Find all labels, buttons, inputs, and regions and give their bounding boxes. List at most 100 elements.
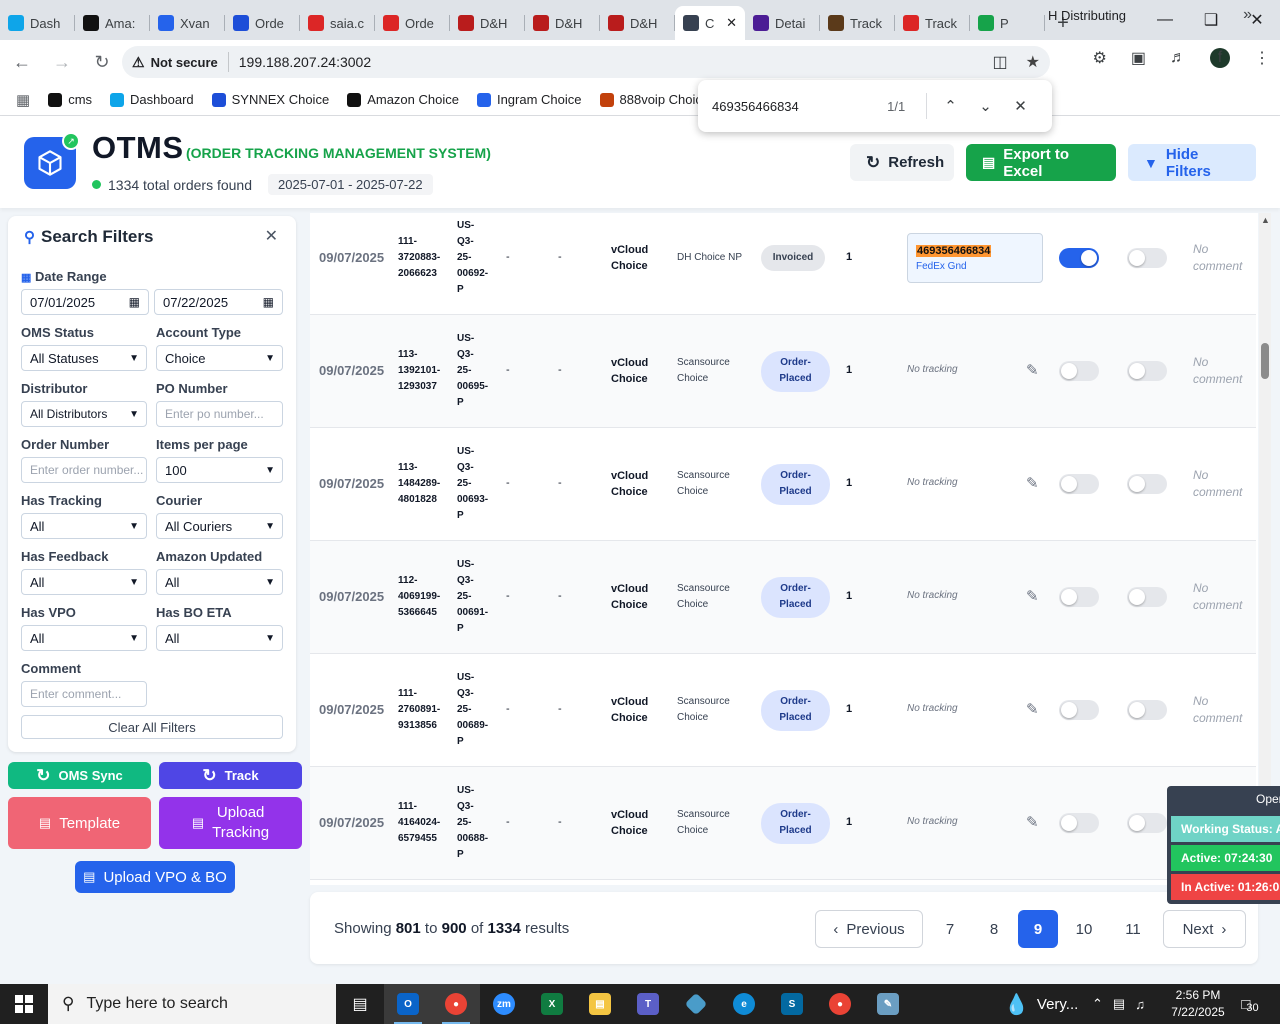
chevron-up-icon[interactable]: ⌃	[1092, 996, 1103, 1012]
taskbar-search[interactable]: ⚲ Type here to search	[48, 984, 336, 1024]
page-number-button[interactable]: 8	[974, 910, 1014, 948]
oms-status-select[interactable]: All Statuses ▼	[21, 345, 147, 371]
edit-pencil-icon[interactable]: ✎	[1026, 361, 1039, 379]
oms-sync-button[interactable]: ↻ OMS Sync	[8, 762, 151, 789]
items-per-page-select[interactable]: 100 ▼	[156, 457, 283, 483]
calendar-picker-icon[interactable]: ▦	[263, 295, 274, 309]
close-tab-icon[interactable]: ✕	[726, 15, 737, 31]
feedback-toggle[interactable]	[1127, 474, 1167, 494]
date-to-input[interactable]: 07/22/2025 ▦	[154, 289, 283, 315]
upload-vpo-bo-button[interactable]: ▤ Upload VPO & BO	[75, 861, 235, 893]
hide-filters-button[interactable]: ▼ Hide Filters	[1128, 144, 1256, 181]
tracking-info-box[interactable]: 469356466834 FedEx Gnd	[907, 233, 1043, 283]
profile-avatar[interactable]: f	[1210, 48, 1230, 68]
find-in-page-icon[interactable]: ◫	[993, 52, 1008, 72]
export-excel-button[interactable]: ▤ Export to Excel	[966, 144, 1116, 181]
zoom-icon[interactable]: zm	[480, 984, 528, 1024]
page-number-button[interactable]: 7	[930, 910, 970, 948]
amazon-updated-toggle[interactable]	[1059, 587, 1099, 607]
has-bo-eta-select[interactable]: All ▼	[156, 625, 283, 651]
feedback-toggle[interactable]	[1127, 813, 1167, 833]
edit-pencil-icon[interactable]: ✎	[1026, 474, 1039, 492]
extensions-icon[interactable]: ⚙	[1093, 48, 1107, 68]
browser-tab[interactable]: Xvan	[150, 6, 225, 40]
date-from-input[interactable]: 07/01/2025 ▦	[21, 289, 149, 315]
browser-tab[interactable]: Track	[895, 6, 970, 40]
table-scrollbar[interactable]: ▲	[1259, 213, 1271, 885]
amazon-updated-toggle[interactable]	[1059, 700, 1099, 720]
edit-pencil-icon[interactable]: ✎	[1026, 700, 1039, 718]
app-diamond-icon[interactable]	[672, 984, 720, 1024]
browser-tab[interactable]: D&H	[525, 6, 600, 40]
upload-tracking-button[interactable]: ▤ Upload Tracking	[159, 797, 302, 849]
start-button[interactable]	[0, 984, 48, 1024]
bookmark-item[interactable]: cms	[48, 92, 92, 107]
feedback-toggle[interactable]	[1127, 248, 1167, 268]
excel-icon[interactable]: X	[528, 984, 576, 1024]
find-close-icon[interactable]: ✕	[1003, 97, 1038, 115]
teams-icon[interactable]: T	[624, 984, 672, 1024]
close-filters-icon[interactable]: ✕	[265, 226, 278, 246]
edit-pencil-icon[interactable]: ✎	[1026, 587, 1039, 605]
amazon-updated-toggle[interactable]	[1059, 813, 1099, 833]
browser-tab[interactable]: Orde	[375, 6, 450, 40]
network-icon[interactable]: ▤	[1113, 996, 1125, 1012]
sideline-icon[interactable]: S	[768, 984, 816, 1024]
has-vpo-select[interactable]: All ▼	[21, 625, 147, 651]
bookmark-item[interactable]: Amazon Choice	[347, 92, 459, 107]
browser-tab[interactable]: Orde	[225, 6, 300, 40]
browser-tab[interactable]: Dash	[0, 6, 75, 40]
amazon-updated-select[interactable]: All ▼	[156, 569, 283, 595]
browser-tab[interactable]: Detai	[745, 6, 820, 40]
apps-grid-icon[interactable]: ▦	[16, 91, 30, 109]
courier-select[interactable]: All Couriers ▼	[156, 513, 283, 539]
chrome-profile-icon[interactable]: ●	[816, 984, 864, 1024]
page-number-button[interactable]: 10	[1064, 910, 1104, 948]
distributor-select[interactable]: All Distributors ▼	[21, 401, 147, 427]
address-bar[interactable]: ⚠ Not secure 199.188.207.24:3002 ◫ ★	[122, 46, 1050, 78]
comment-input[interactable]: Enter comment...	[21, 681, 147, 707]
bookmark-item[interactable]: 888voip Choice	[599, 92, 709, 107]
reload-icon[interactable]: ↻	[84, 44, 120, 80]
security-indicator[interactable]: ⚠ Not secure	[132, 52, 229, 72]
has-feedback-select[interactable]: All ▼	[21, 569, 147, 595]
maximize-icon[interactable]: ❑	[1188, 0, 1234, 40]
browser-tab[interactable]: D&H	[600, 6, 675, 40]
calendar-picker-icon[interactable]: ▦	[129, 295, 140, 309]
more-bookmarks-icon[interactable]: »	[1243, 6, 1252, 24]
media-controls-icon[interactable]: ♬	[1170, 49, 1186, 67]
chrome-icon[interactable]: ●	[432, 984, 480, 1024]
url-text[interactable]: 199.188.207.24:3002	[239, 54, 371, 70]
scroll-up-icon[interactable]: ▲	[1261, 215, 1270, 225]
browser-tab[interactable]: P	[970, 6, 1045, 40]
bookmark-dh-distributing[interactable]: H Distributing	[1048, 8, 1126, 23]
weather-widget[interactable]: 💧 Very...	[1004, 984, 1078, 1024]
cast-icon[interactable]: ▣	[1131, 48, 1146, 68]
notification-center[interactable]: □ 30	[1236, 992, 1264, 1016]
find-next-icon[interactable]: ⌄	[968, 97, 1003, 115]
browser-tab[interactable]: C ✕	[675, 6, 745, 40]
bookmark-star-icon[interactable]: ★	[1026, 52, 1040, 72]
refresh-button[interactable]: ↻ Refresh	[850, 144, 954, 181]
page-number-button[interactable]: 11	[1113, 910, 1153, 948]
outlook-icon[interactable]: O	[384, 984, 432, 1024]
file-explorer-icon[interactable]: ▤	[576, 984, 624, 1024]
next-page-button[interactable]: Next ›	[1163, 910, 1246, 948]
order-number-input[interactable]: Enter order number...	[21, 457, 147, 483]
feedback-toggle[interactable]	[1127, 587, 1167, 607]
bookmark-item[interactable]: SYNNEX Choice	[211, 92, 329, 107]
amazon-updated-toggle[interactable]	[1059, 474, 1099, 494]
browser-tab[interactable]: Ama:	[75, 6, 150, 40]
previous-page-button[interactable]: ‹ Previous	[815, 910, 923, 948]
tracking-number-highlight[interactable]: 469356466834	[916, 245, 992, 257]
app-notes-icon[interactable]: ✎	[864, 984, 912, 1024]
browser-tab[interactable]: saia.c	[300, 6, 375, 40]
system-clock[interactable]: 2:56 PM 7/22/2025	[1168, 987, 1228, 1021]
feedback-toggle[interactable]	[1127, 361, 1167, 381]
template-button[interactable]: ▤ Template	[8, 797, 151, 849]
work-status-widget[interactable]: Oper Working Status: A Active: 07:24:30 …	[1167, 786, 1280, 904]
feedback-toggle[interactable]	[1127, 700, 1167, 720]
close-window-icon[interactable]: ✕	[1234, 0, 1280, 40]
po-number-input[interactable]: Enter po number...	[156, 401, 283, 427]
amazon-updated-toggle[interactable]	[1059, 361, 1099, 381]
